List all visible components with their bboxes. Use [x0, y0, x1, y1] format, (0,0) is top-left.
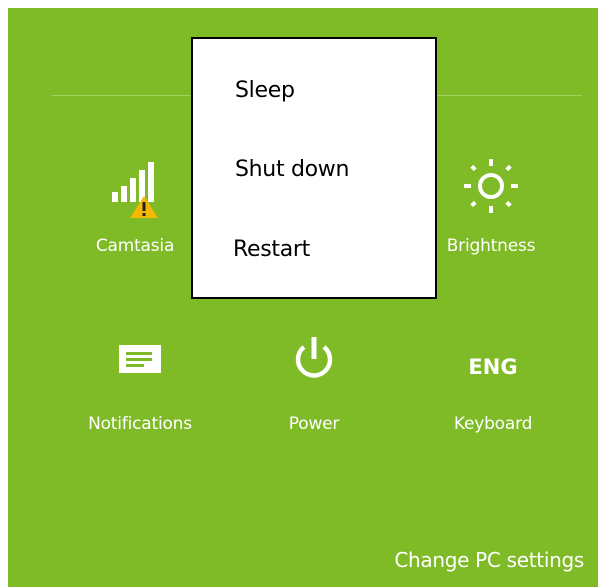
change-pc-settings-link[interactable]: Change PC settings — [394, 548, 584, 572]
brightness-tile-label: Brightness — [446, 236, 536, 256]
message-icon — [118, 340, 162, 376]
keyboard-tile-label: Keyboard — [453, 414, 533, 434]
sun-icon — [461, 155, 521, 217]
power-tile-label: Power — [288, 414, 340, 434]
keyboard-language-indicator: ENG — [468, 355, 518, 379]
power-tile[interactable]: Power — [264, 335, 364, 434]
power-icon — [292, 335, 336, 381]
notifications-tile[interactable]: Notifications — [62, 340, 218, 434]
signal-bars-warning-icon — [110, 160, 160, 218]
network-tile[interactable]: Camtasia — [74, 160, 196, 256]
sleep-menu-item[interactable]: Sleep — [193, 71, 435, 111]
notifications-tile-label: Notifications — [88, 414, 192, 434]
power-options-menu: Sleep Shut down Restart — [191, 37, 437, 299]
restart-menu-item[interactable]: Restart — [193, 230, 435, 270]
shut-down-menu-item[interactable]: Shut down — [193, 150, 435, 190]
brightness-tile[interactable]: Brightness — [432, 155, 550, 256]
keyboard-tile[interactable]: ENG Keyboard — [432, 352, 554, 434]
network-tile-label: Camtasia — [95, 236, 175, 256]
settings-charm: Camtasia Brightness Notifications Power … — [0, 0, 598, 587]
